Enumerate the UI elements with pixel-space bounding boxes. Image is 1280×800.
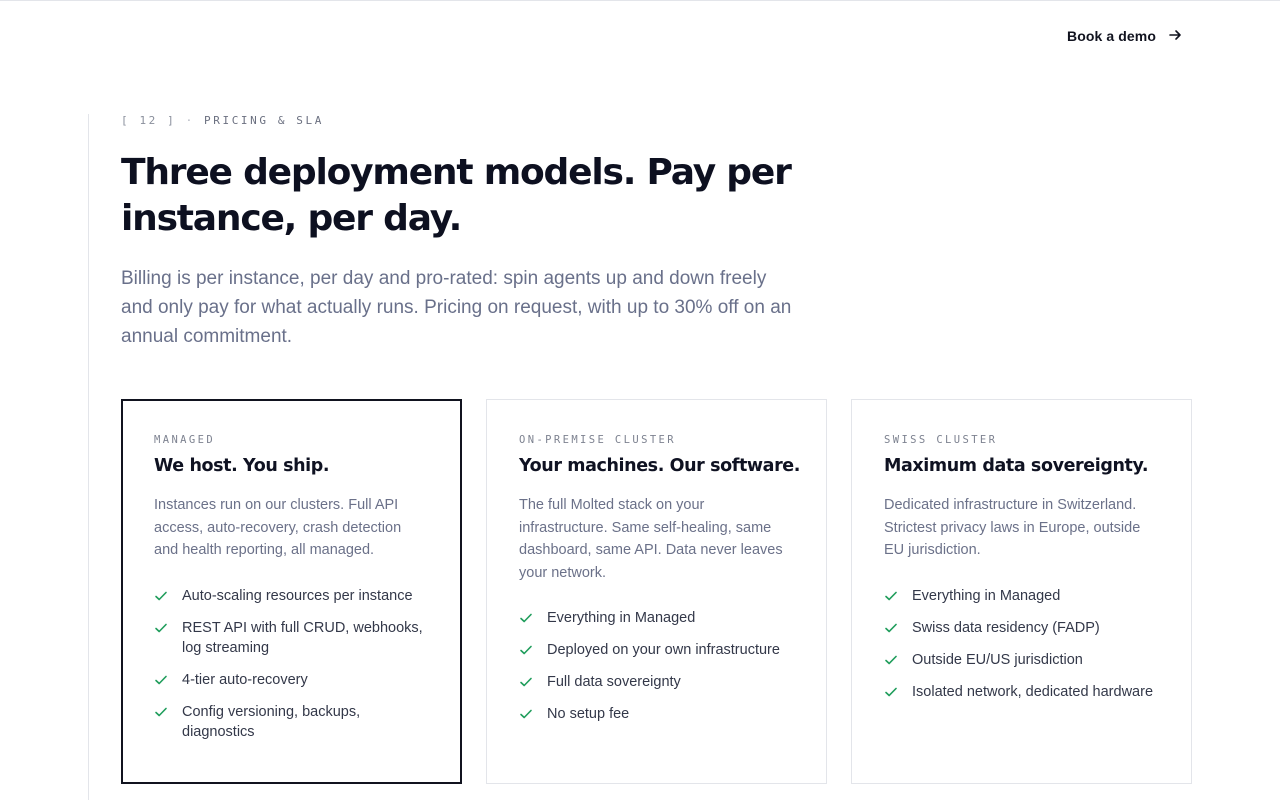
plan-feature: Outside EU/US jurisdiction xyxy=(884,650,1159,670)
plan-title: Maximum data sovereignty. xyxy=(884,456,1149,476)
plan-feature-text: Deployed on your own infrastructure xyxy=(547,642,780,659)
plan-feature-text: Auto-scaling resources per instance xyxy=(182,587,413,604)
plan-feature: Everything in Managed xyxy=(884,586,1159,606)
section-headline: Three deployment models. Pay per instanc… xyxy=(121,152,792,239)
plan-label: MANAGED xyxy=(154,434,216,446)
plan-feature-text: Isolated network, dedicated hardware xyxy=(912,683,1154,700)
section-left-rule xyxy=(88,114,89,800)
plan-feature-text: Everything in Managed xyxy=(912,587,1061,604)
check-icon xyxy=(519,640,533,660)
plan-feature-text: Swiss data residency (FADP) xyxy=(912,619,1100,636)
plan-feature: Full data sovereignty xyxy=(519,672,794,692)
plan-feature: Everything in Managed xyxy=(519,608,794,628)
plan-feature-list: Everything in Managed Deployed on your o… xyxy=(519,608,794,724)
plan-card-swiss: SWISS CLUSTER Maximum data sovereignty. … xyxy=(851,399,1192,784)
check-icon xyxy=(154,670,168,690)
plan-title: Your machines. Our software. xyxy=(519,456,801,476)
plan-feature: Swiss data residency (FADP) xyxy=(884,618,1159,638)
plan-description: Instances run on our clusters. Full API … xyxy=(154,497,402,559)
top-divider xyxy=(0,0,1280,1)
plan-feature-list: Everything in Managed Swiss data residen… xyxy=(884,586,1159,702)
plan-label: SWISS CLUSTER xyxy=(884,434,998,446)
plan-card-on-premise: ON-PREMISE CLUSTER Your machines. Our so… xyxy=(486,399,827,784)
plan-title: We host. You ship. xyxy=(154,456,330,476)
plan-feature: REST API with full CRUD, webhooks, log s… xyxy=(154,618,429,658)
check-icon xyxy=(884,586,898,606)
plan-label: ON-PREMISE CLUSTER xyxy=(519,434,676,446)
plan-feature: 4-tier auto-recovery xyxy=(154,670,429,690)
check-icon xyxy=(884,682,898,702)
check-icon xyxy=(154,618,168,638)
section-eyebrow: [ 12 ] · PRICING & SLA xyxy=(121,114,324,127)
check-icon xyxy=(519,704,533,724)
check-icon xyxy=(154,586,168,606)
book-demo-link[interactable]: Book a demo xyxy=(1067,26,1182,46)
eyebrow-separator: · xyxy=(185,114,195,127)
check-icon xyxy=(154,702,168,722)
plan-feature-text: REST API with full CRUD, webhooks, log s… xyxy=(182,619,423,656)
plan-card-managed: MANAGED We host. You ship. Instances run… xyxy=(121,399,462,784)
plan-feature-text: Outside EU/US jurisdiction xyxy=(912,651,1083,668)
plan-feature-text: Config versioning, backups, diagnostics xyxy=(182,703,361,740)
check-icon xyxy=(884,618,898,638)
book-demo-label: Book a demo xyxy=(1066,28,1156,44)
section-name: PRICING & SLA xyxy=(204,114,324,127)
plan-feature: Deployed on your own infrastructure xyxy=(519,640,794,660)
plan-feature: No setup fee xyxy=(519,704,794,724)
plan-feature-text: No setup fee xyxy=(547,706,630,723)
plan-feature-text: Full data sovereignty xyxy=(547,674,681,691)
plan-feature: Auto-scaling resources per instance xyxy=(154,586,429,606)
check-icon xyxy=(884,650,898,670)
plan-feature: Config versioning, backups, diagnostics xyxy=(154,702,429,742)
check-icon xyxy=(519,672,533,692)
plan-description: The full Molted stack on your infrastruc… xyxy=(519,497,783,581)
plan-feature-text: Everything in Managed xyxy=(547,610,696,627)
section-lead: Billing is per instance, per day and pro… xyxy=(121,268,792,347)
plan-feature-list: Auto-scaling resources per instance REST… xyxy=(154,586,429,742)
arrow-right-icon xyxy=(1168,28,1182,45)
plan-feature-text: 4-tier auto-recovery xyxy=(182,671,308,688)
plan-feature: Isolated network, dedicated hardware xyxy=(884,682,1159,702)
plan-description: Dedicated infrastructure in Switzerland.… xyxy=(884,497,1141,559)
check-icon xyxy=(519,608,533,628)
section-index: [ 12 ] xyxy=(121,114,177,127)
